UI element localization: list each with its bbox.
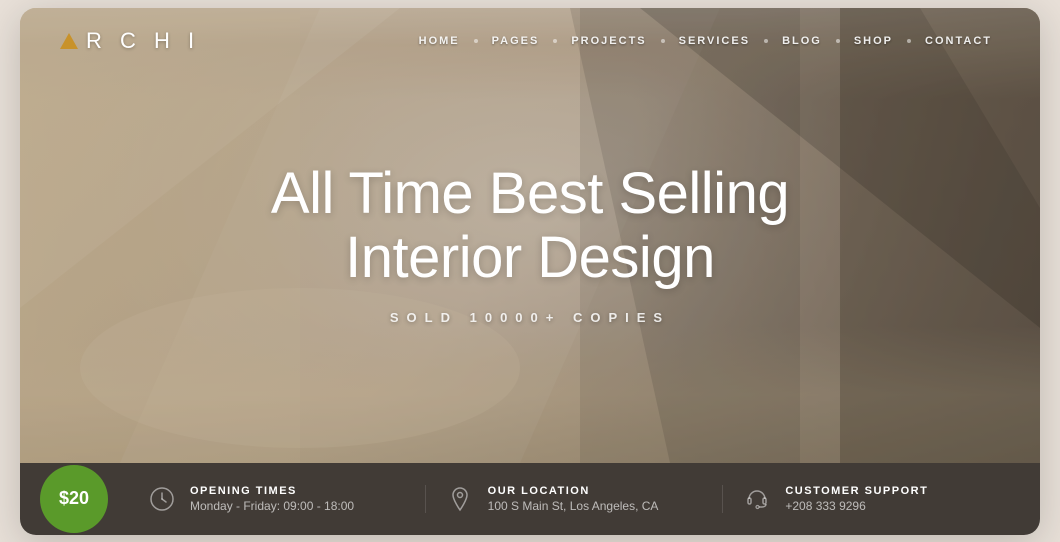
nav-link-contact[interactable]: CONTACT bbox=[917, 31, 1000, 51]
nav-link-services[interactable]: SERVICES bbox=[671, 31, 758, 51]
info-item-opening-times: OPENING TIMES Monday - Friday: 09:00 - 1… bbox=[128, 485, 426, 513]
nav-links: HOME PAGES PROJECTS SERVICES BLOG bbox=[411, 31, 1000, 51]
hero-content: All Time Best Selling Interior Design SO… bbox=[122, 162, 938, 325]
support-value: +208 333 9296 bbox=[785, 499, 928, 513]
nav-item-home[interactable]: HOME bbox=[411, 31, 468, 51]
nav-dot-2 bbox=[551, 39, 559, 43]
nav-item-shop[interactable]: SHOP bbox=[846, 31, 901, 51]
hero-title: All Time Best Selling Interior Design bbox=[122, 162, 938, 290]
bottom-bar: $20 OPENING TIMES Monday - Friday: 09:00… bbox=[20, 463, 1040, 535]
logo-text: R C H I bbox=[86, 28, 200, 54]
opening-times-label: OPENING TIMES bbox=[190, 485, 354, 497]
info-text-opening-times: OPENING TIMES Monday - Friday: 09:00 - 1… bbox=[190, 485, 354, 513]
hero-subtitle: SOLD 10000+ COPIES bbox=[122, 309, 938, 324]
nav-link-pages[interactable]: PAGES bbox=[484, 31, 548, 51]
nav-item-projects[interactable]: PROJECTS bbox=[563, 31, 654, 51]
opening-times-value: Monday - Friday: 09:00 - 18:00 bbox=[190, 499, 354, 513]
navbar: R C H I HOME PAGES PROJECTS SERVICES bbox=[20, 8, 1040, 74]
nav-link-shop[interactable]: SHOP bbox=[846, 31, 901, 51]
nav-dot-1 bbox=[472, 39, 480, 43]
location-label: OUR LOCATION bbox=[488, 485, 659, 497]
nav-item-pages[interactable]: PAGES bbox=[484, 31, 548, 51]
nav-link-projects[interactable]: PROJECTS bbox=[563, 31, 654, 51]
nav-item-contact[interactable]: CONTACT bbox=[917, 31, 1000, 51]
logo: R C H I bbox=[60, 28, 200, 54]
logo-triangle-icon bbox=[60, 33, 78, 49]
info-text-support: CUSTOMER SUPPORT +208 333 9296 bbox=[785, 485, 928, 513]
support-label: CUSTOMER SUPPORT bbox=[785, 485, 928, 497]
clock-icon bbox=[148, 485, 176, 513]
price-badge: $20 bbox=[40, 465, 108, 533]
nav-dot-3 bbox=[659, 39, 667, 43]
info-item-location: OUR LOCATION 100 S Main St, Los Angeles,… bbox=[426, 485, 724, 513]
info-text-location: OUR LOCATION 100 S Main St, Los Angeles,… bbox=[488, 485, 659, 513]
location-value: 100 S Main St, Los Angeles, CA bbox=[488, 499, 659, 513]
nav-item-blog[interactable]: BLOG bbox=[774, 31, 830, 51]
nav-dot-4 bbox=[762, 39, 770, 43]
hero-title-line1: All Time Best Selling bbox=[271, 161, 789, 226]
nav-link-home[interactable]: HOME bbox=[411, 31, 468, 51]
hero-title-line2: Interior Design bbox=[345, 225, 715, 290]
hero-section: R C H I HOME PAGES PROJECTS SERVICES bbox=[20, 8, 1040, 463]
nav-dot-6 bbox=[905, 39, 913, 43]
nav-dot-5 bbox=[834, 39, 842, 43]
location-icon bbox=[446, 485, 474, 513]
nav-item-services[interactable]: SERVICES bbox=[671, 31, 758, 51]
browser-window: R C H I HOME PAGES PROJECTS SERVICES bbox=[20, 8, 1040, 535]
info-item-support: CUSTOMER SUPPORT +208 333 9296 bbox=[723, 485, 1020, 513]
headset-icon bbox=[743, 485, 771, 513]
nav-link-blog[interactable]: BLOG bbox=[774, 31, 830, 51]
